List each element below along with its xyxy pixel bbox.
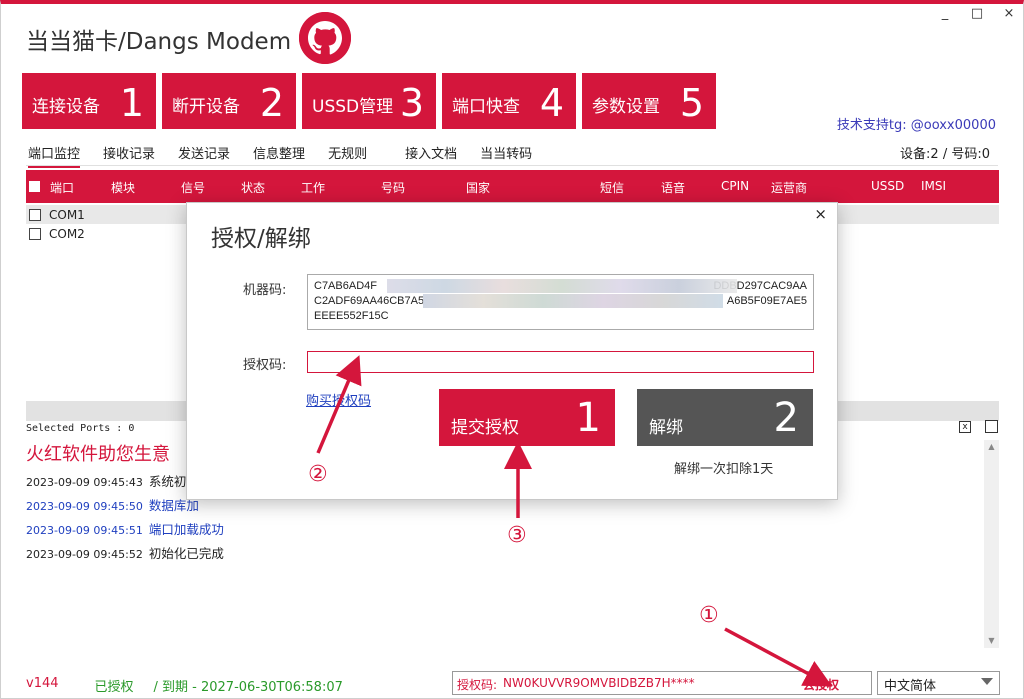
version-text: v144	[26, 676, 59, 691]
connect-device-label: 连接设备	[32, 97, 100, 117]
device-count: 设备:2 / 号码:0	[900, 147, 990, 162]
machine-code-line2-end: A6B5F09E7AE5	[726, 295, 807, 307]
authorize-dialog: 授权/解绑 × 机器码: C7AB6AD4F DDBD297CAC9AA C2A…	[186, 202, 838, 500]
annotation-1: ①	[699, 603, 719, 628]
connect-device-num: 1	[119, 81, 144, 125]
machine-code-line2: C2ADF69AA46CB7A5	[314, 295, 425, 307]
tab-divider	[26, 165, 998, 166]
auth-code-label: 授权码:	[243, 358, 287, 373]
select-all-checkbox[interactable]	[29, 181, 40, 192]
col-port[interactable]: 端口	[50, 179, 74, 196]
log-time: 2023-09-09 09:45:43	[26, 476, 143, 489]
row-checkbox[interactable]	[29, 208, 41, 221]
close-window-button[interactable]: ×	[1002, 6, 1016, 21]
disconnect-device-num: 2	[259, 81, 284, 125]
authcode-value: NW0KUVVR9OMVBIDBZB7H****	[503, 676, 695, 690]
language-value: 中文简体	[884, 679, 937, 694]
clear-log-icon[interactable]: x	[959, 421, 971, 433]
machine-code-line3: EEEE552F15C	[314, 310, 389, 322]
log-message: 初始化已完成	[148, 546, 224, 561]
app-title: 当当猫卡/Dangs Modem	[26, 29, 292, 55]
port-name: COM1	[49, 207, 85, 222]
annotation-3: ③	[507, 523, 527, 548]
authcode-display: 授权码: NW0KUVVR9OMVBIDBZB7H**** 去授权	[452, 671, 872, 695]
port-quick-check-num: 4	[539, 81, 564, 125]
col-number[interactable]: 号码	[381, 179, 405, 196]
submit-authorization-button[interactable]: 提交授权 1	[439, 389, 615, 446]
language-select[interactable]: 中文简体	[877, 671, 1000, 695]
col-module[interactable]: 模块	[111, 179, 135, 196]
log-time: 2023-09-09 09:45:51	[26, 524, 143, 537]
ussd-manage-label: USSD管理	[312, 97, 394, 117]
scroll-down-icon[interactable]: ▼	[984, 634, 999, 648]
parameter-settings-num: 5	[679, 81, 704, 125]
redaction-blur	[387, 279, 737, 293]
unbind-num: 2	[773, 394, 799, 441]
support-link[interactable]: 技术支持tg: @ooxx00000	[837, 114, 996, 133]
machine-code-line1: C7AB6AD4F	[314, 280, 377, 292]
parameter-settings-label: 参数设置	[592, 97, 660, 117]
log-line: 2023-09-09 09:45:52 初始化已完成	[26, 543, 981, 562]
unbind-button[interactable]: 解绑 2	[637, 389, 813, 446]
auth-status-text: 已授权	[94, 680, 134, 695]
go-authorize-button[interactable]: 去授权	[803, 676, 839, 693]
port-grid-header: 端口 模块 信号 状态 工作 号码 国家 短信 语音 CPIN 运营商 USSD…	[26, 170, 999, 203]
log-time: 2023-09-09 09:45:52	[26, 548, 143, 561]
col-country[interactable]: 国家	[466, 179, 490, 196]
port-name: COM2	[49, 226, 85, 241]
disconnect-device-label: 断开设备	[172, 97, 240, 117]
log-time: 2023-09-09 09:45:50	[26, 500, 143, 513]
buy-auth-code-link[interactable]: 购买授权码	[306, 390, 371, 409]
port-quick-check-label: 端口快查	[452, 97, 520, 117]
col-work[interactable]: 工作	[301, 179, 325, 196]
auth-code-input[interactable]	[307, 351, 814, 373]
expiry-text: / 到期 - 2027-06-30T06:58:07	[153, 680, 343, 695]
log-toggle-checkbox[interactable]	[985, 420, 998, 433]
scroll-up-icon[interactable]: ▲	[984, 440, 999, 454]
col-status[interactable]: 状态	[241, 179, 265, 196]
close-icon[interactable]: ×	[814, 205, 827, 223]
github-logo-icon[interactable]	[299, 12, 351, 64]
ussd-manage-button[interactable]: USSD管理 3	[302, 73, 436, 129]
port-quick-check-button[interactable]: 端口快查 4	[442, 73, 576, 129]
parameter-settings-button[interactable]: 参数设置 5	[582, 73, 716, 129]
col-signal[interactable]: 信号	[181, 179, 205, 196]
minimize-button[interactable]: _	[938, 6, 952, 21]
authcode-label: 授权码:	[457, 678, 498, 692]
col-operator[interactable]: 运营商	[771, 179, 807, 196]
unbind-label: 解绑	[649, 418, 683, 438]
dialog-title: 授权/解绑	[211, 226, 311, 252]
maximize-button[interactable]: □	[970, 6, 984, 21]
log-line: 2023-09-09 09:45:51 端口加载成功	[26, 519, 981, 538]
log-message: 端口加载成功	[148, 522, 224, 537]
submit-label: 提交授权	[451, 418, 519, 438]
redaction-blur	[423, 294, 723, 308]
unbind-note: 解绑一次扣除1天	[674, 462, 774, 477]
row-checkbox[interactable]	[29, 227, 41, 240]
col-imsi[interactable]: IMSI	[921, 179, 946, 193]
connect-device-button[interactable]: 连接设备 1	[22, 73, 156, 129]
machine-code-label: 机器码:	[243, 283, 287, 298]
status-bar: v144 已授权 / 到期 - 2027-06-30T06:58:07	[26, 676, 343, 695]
col-ussd[interactable]: USSD	[871, 179, 904, 193]
window-controls: _ □ ×	[938, 6, 1016, 21]
col-sms[interactable]: 短信	[600, 179, 624, 196]
col-voice[interactable]: 语音	[661, 179, 685, 196]
submit-num: 1	[575, 394, 601, 441]
annotation-2: ②	[308, 462, 328, 487]
chevron-down-icon	[981, 678, 993, 685]
ussd-manage-num: 3	[399, 81, 424, 125]
log-message: 数据库加	[148, 498, 199, 513]
log-scrollbar[interactable]: ▲ ▼	[984, 440, 999, 648]
disconnect-device-button[interactable]: 断开设备 2	[162, 73, 296, 129]
col-cpin[interactable]: CPIN	[721, 179, 749, 193]
